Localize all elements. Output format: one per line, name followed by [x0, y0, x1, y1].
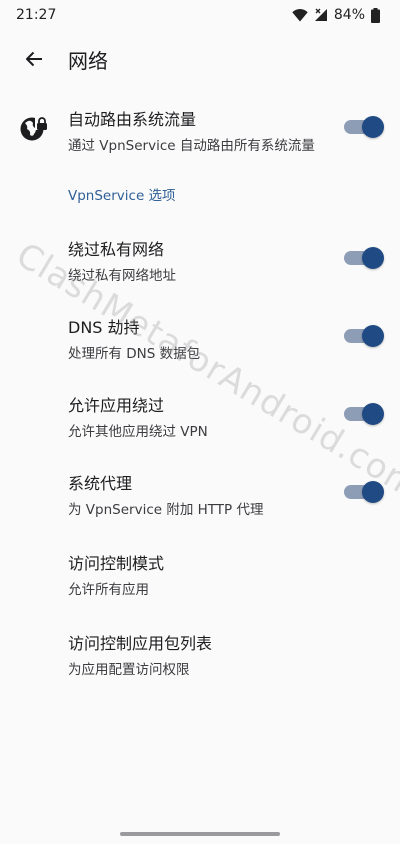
- page-title: 网络: [68, 48, 108, 73]
- status-bar: 21:27 84%: [0, 0, 400, 30]
- setting-access-control-list[interactable]: 访问控制应用包列表 为应用配置访问权限: [0, 624, 400, 686]
- auto-route-switch[interactable]: [344, 116, 384, 138]
- arrow-back-icon: [26, 51, 42, 67]
- setting-bypass-private[interactable]: 绕过私有网络 绕过私有网络地址: [0, 230, 400, 292]
- switch-thumb: [362, 247, 384, 269]
- setting-title: 绕过私有网络: [68, 240, 165, 259]
- allow-bypass-switch[interactable]: [344, 403, 384, 425]
- dns-hijack-switch[interactable]: [344, 325, 384, 347]
- setting-title: 访问控制模式: [68, 554, 165, 573]
- setting-summary: 允许其他应用绕过 VPN: [68, 424, 208, 440]
- setting-access-control-mode[interactable]: 访问控制模式 允许所有应用: [0, 544, 400, 606]
- system-proxy-switch[interactable]: [344, 481, 384, 503]
- setting-summary: 为 VpnService 附加 HTTP 代理: [68, 502, 264, 518]
- switch-thumb: [362, 481, 384, 503]
- setting-summary: 允许所有应用: [68, 582, 149, 598]
- setting-title: 访问控制应用包列表: [68, 634, 213, 653]
- switch-thumb: [362, 403, 384, 425]
- setting-summary: 处理所有 DNS 数据包: [68, 346, 201, 362]
- home-indicator[interactable]: [120, 832, 280, 836]
- setting-system-proxy[interactable]: 系统代理 为 VpnService 附加 HTTP 代理: [0, 464, 400, 526]
- setting-title: 允许应用绕过: [68, 396, 165, 415]
- setting-title: 自动路由系统流量: [68, 110, 197, 129]
- setting-allow-bypass[interactable]: 允许应用绕过 允许其他应用绕过 VPN: [0, 386, 400, 448]
- setting-title: DNS 劫持: [68, 318, 140, 337]
- setting-summary: 为应用配置访问权限: [68, 662, 190, 678]
- setting-summary: 绕过私有网络地址: [68, 268, 176, 284]
- app-bar: 网络: [0, 30, 400, 88]
- vpn-globe-lock-icon: [16, 111, 52, 147]
- wifi-icon: [292, 8, 308, 21]
- battery-icon: [371, 7, 380, 23]
- back-button[interactable]: [14, 39, 54, 79]
- setting-summary: 通过 VpnService 自动路由所有系统流量: [68, 138, 315, 154]
- switch-thumb: [362, 116, 384, 138]
- status-time: 21:27: [16, 7, 57, 23]
- setting-dns-hijack[interactable]: DNS 劫持 处理所有 DNS 数据包: [0, 308, 400, 370]
- switch-thumb: [362, 325, 384, 347]
- section-header-vpnservice: VpnService 选项: [68, 188, 176, 204]
- setting-title: 系统代理: [68, 474, 133, 493]
- status-icons: 84%: [292, 7, 380, 23]
- signal-icon: [314, 8, 327, 21]
- battery-percent: 84%: [333, 7, 365, 23]
- bypass-private-switch[interactable]: [344, 247, 384, 269]
- setting-auto-route[interactable]: 自动路由系统流量 通过 VpnService 自动路由所有系统流量: [0, 100, 400, 162]
